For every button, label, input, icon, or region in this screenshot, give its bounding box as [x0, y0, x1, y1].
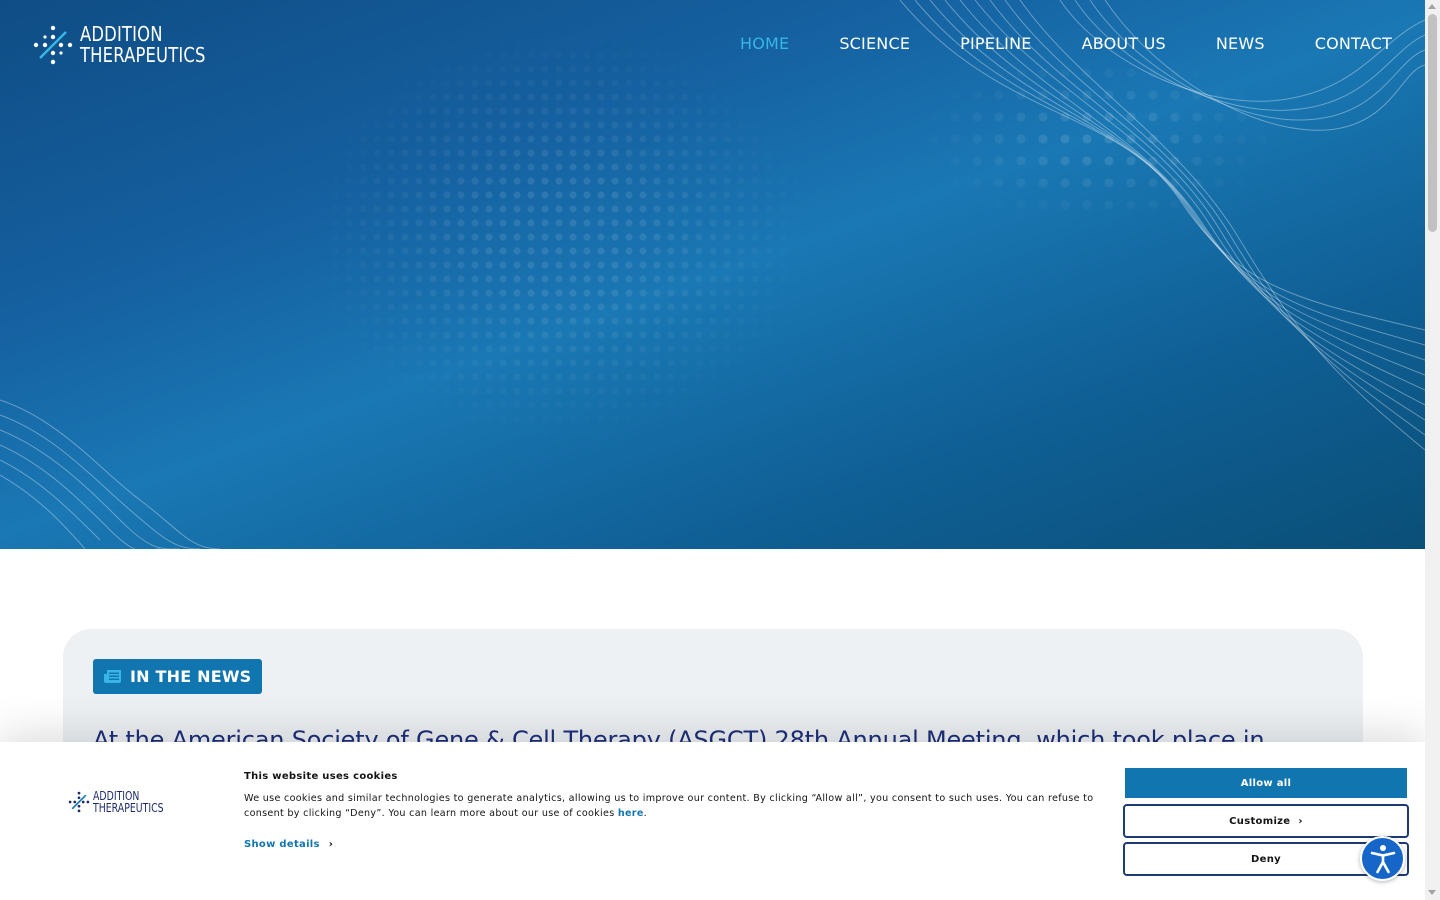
chevron-right-icon: › — [1298, 815, 1303, 827]
scroll-down-arrow-icon[interactable] — [1428, 890, 1436, 895]
nav-about-us[interactable]: ABOUT US — [1082, 33, 1166, 55]
cookie-logo-wordmark: ADDITION THERAPEUTICS — [93, 790, 164, 814]
cookie-logo: ADDITION THERAPEUTICS — [68, 790, 183, 814]
cookie-logo-line-2: THERAPEUTICS — [93, 801, 164, 815]
show-details-label: Show details — [244, 839, 320, 850]
logo-mark-icon — [68, 791, 90, 813]
show-details-link[interactable]: Show details › — [244, 839, 333, 850]
nav-contact[interactable]: CONTACT — [1315, 33, 1392, 55]
newspaper-icon — [104, 670, 121, 683]
hero-wave-lines — [0, 0, 1425, 549]
nav-science[interactable]: SCIENCE — [839, 33, 910, 55]
allow-all-button[interactable]: Allow all — [1125, 768, 1407, 798]
cookie-banner: ADDITION THERAPEUTICS This website uses … — [0, 742, 1425, 900]
logo-line-1: ADDITION — [80, 22, 163, 46]
accessibility-button[interactable] — [1360, 836, 1405, 881]
page-scrollbar[interactable] — [1425, 0, 1440, 900]
cookie-description: We use cookies and similar technologies … — [244, 791, 1124, 821]
cookie-title: This website uses cookies — [244, 771, 398, 782]
chevron-right-icon: › — [328, 839, 334, 850]
nav-home[interactable]: HOME — [740, 33, 789, 55]
logo-mark-icon — [33, 25, 73, 65]
in-the-news-badge: IN THE NEWS — [93, 659, 263, 694]
cookie-text-end: . — [643, 808, 647, 819]
hero-banner — [0, 0, 1425, 549]
logo-wordmark: ADDITION THERAPEUTICS — [80, 24, 206, 66]
customize-button[interactable]: Customize › — [1123, 804, 1409, 838]
scrollbar-thumb[interactable] — [1428, 14, 1437, 232]
logo-line-2: THERAPEUTICS — [80, 43, 206, 67]
nav-pipeline[interactable]: PIPELINE — [960, 33, 1031, 55]
news-badge-label: IN THE NEWS — [130, 667, 252, 686]
main-nav: HOME SCIENCE PIPELINE ABOUT US NEWS CONT… — [690, 33, 1392, 55]
customize-label: Customize — [1229, 815, 1291, 827]
cookie-policy-link[interactable]: here — [618, 808, 644, 819]
site-logo[interactable]: ADDITION THERAPEUTICS — [32, 24, 233, 66]
scroll-up-arrow-icon[interactable] — [1428, 4, 1436, 9]
cookie-text-body: We use cookies and similar technologies … — [244, 793, 1094, 819]
accessibility-icon — [1370, 844, 1395, 873]
nav-news[interactable]: NEWS — [1216, 33, 1265, 55]
